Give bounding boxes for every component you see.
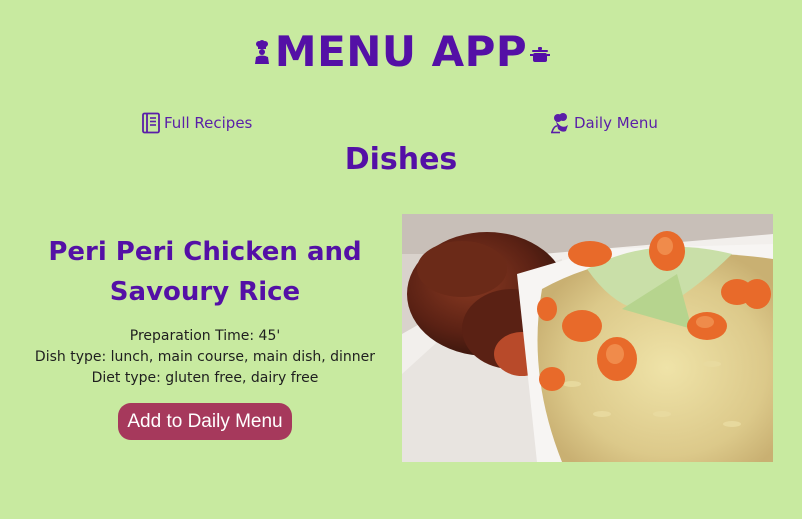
dish-name: Peri Peri Chicken and Savoury Rice: [48, 237, 362, 307]
nav-full-recipes-label: Full Recipes: [164, 114, 253, 132]
nav-daily-menu[interactable]: Daily Menu: [550, 112, 658, 134]
dish-type: Dish type: lunch, main course, main dish…: [34, 349, 376, 365]
book-icon: [141, 112, 162, 134]
app-title: MENU APP: [274, 27, 528, 76]
dish-meta: Preparation Time: 45' Dish type: lunch, …: [20, 326, 390, 389]
section-title: Dishes: [344, 142, 458, 177]
dish-preparation-time: Preparation Time: 45': [129, 328, 281, 344]
add-to-daily-menu-button[interactable]: Add to Daily Menu: [118, 403, 292, 440]
dish-diet-type: Diet type: gluten free, dairy free: [91, 370, 319, 386]
nav-full-recipes[interactable]: Full Recipes: [141, 112, 252, 134]
chef-hat-icon: [550, 112, 572, 134]
menu-app-page: MENU APP Full Recipes Daily Menu Dishes …: [0, 0, 802, 519]
dish-photo: [402, 214, 773, 462]
dish-card: Peri Peri Chicken and Savoury Rice Prepa…: [0, 214, 802, 464]
nav-daily-menu-label: Daily Menu: [574, 114, 658, 132]
app-header: MENU APP: [0, 26, 802, 78]
cooking-pot-icon: [530, 46, 551, 64]
dish-info: Peri Peri Chicken and Savoury Rice Prepa…: [20, 232, 390, 440]
chef-icon: [252, 40, 272, 64]
